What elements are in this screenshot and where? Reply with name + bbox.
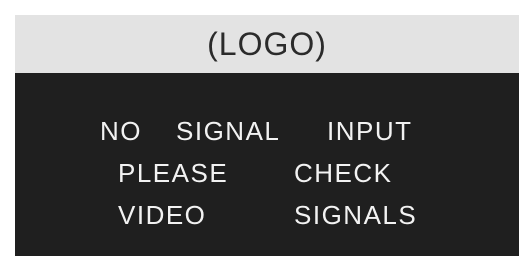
- message-word-signals: SIGNALS: [294, 200, 418, 230]
- message-word-no: NO: [100, 116, 142, 146]
- no-signal-screen: (LOGO) NO SIGNAL INPUT PLEASE CHECK VIDE…: [15, 15, 519, 256]
- message-word-please: PLEASE: [118, 158, 229, 188]
- message-word-input: INPUT: [327, 116, 413, 146]
- message-word-check: CHECK: [294, 158, 393, 188]
- message-word-video: VIDEO: [118, 200, 207, 230]
- logo-bar: (LOGO): [15, 15, 519, 73]
- logo-placeholder: (LOGO): [207, 25, 327, 62]
- message-word-signal: SIGNAL: [176, 116, 281, 146]
